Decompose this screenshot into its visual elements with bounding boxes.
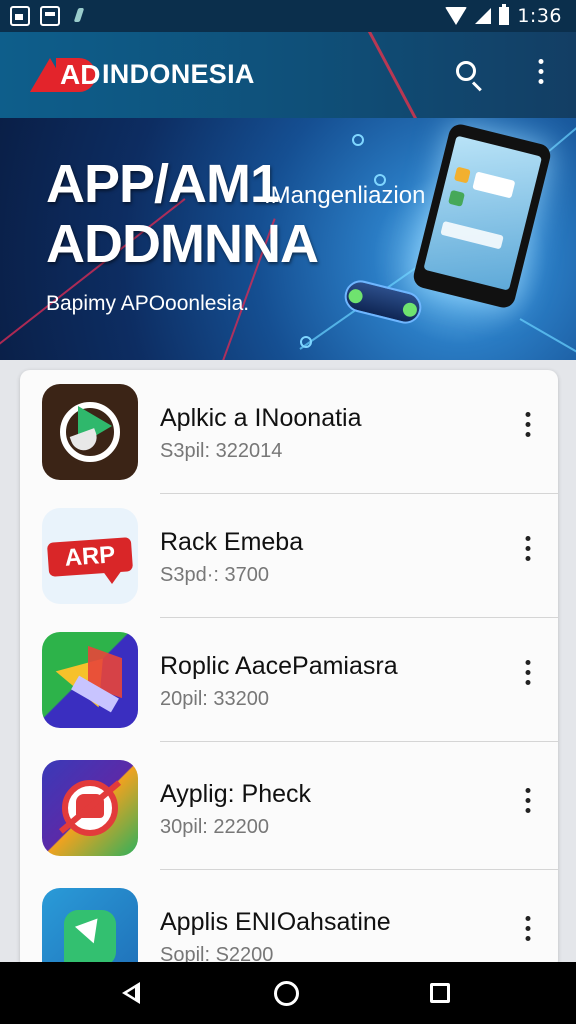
app-title: Rack Emeba: [160, 528, 304, 556]
battery-icon: [499, 4, 510, 25]
decorative-streak: [367, 32, 436, 118]
app-title: INDONESIA: [102, 58, 255, 89]
app-title: Roplic AacePamiasra: [160, 652, 398, 680]
photo-notification-icon: [10, 6, 30, 26]
search-button[interactable]: [450, 56, 488, 94]
item-menu-button[interactable]: [516, 916, 540, 950]
item-menu-button[interactable]: [516, 412, 540, 446]
more-vert-icon: [538, 59, 544, 84]
app-title: Applis ENIOahsatine: [160, 908, 391, 936]
banner-tagline: Bapimy APOoonlesia.: [46, 292, 250, 315]
green-play-icon: [42, 888, 138, 970]
app-badge-icon: ARP: [42, 508, 138, 604]
back-icon[interactable]: [118, 980, 144, 1006]
signal-icon: [475, 8, 492, 24]
app-subtitle: S3pd·: 3700: [160, 564, 269, 586]
banner-subtitle: IMangenliazion: [264, 182, 426, 209]
banner-title: APP/AM1 ADDMNNA: [46, 154, 319, 274]
usb-drive-illustration: [341, 277, 425, 327]
divider: [160, 869, 558, 870]
status-time: 1:36: [517, 5, 562, 27]
app-list-item[interactable]: Applis ENIOahsatine Sopil: S2200: [20, 874, 558, 970]
more-vert-icon: [525, 412, 531, 437]
hand-notification-icon: [70, 6, 90, 26]
more-vert-icon: [525, 788, 531, 813]
app-list-item[interactable]: Ayplig: Pheck 30pil: 22200: [20, 746, 558, 870]
item-menu-button[interactable]: [516, 660, 540, 694]
message-notification-icon: [40, 6, 60, 26]
app-subtitle: S3pil: 322014: [160, 440, 283, 462]
recents-icon[interactable]: [430, 983, 450, 1003]
overflow-menu-button[interactable]: [528, 59, 554, 93]
status-bar: 1:36: [0, 0, 576, 32]
item-menu-button[interactable]: [516, 788, 540, 822]
promo-banner[interactable]: APP/AM1 ADDMNNA IMangenliazion Bapimy AP…: [0, 118, 576, 360]
colorful-play-icon: [42, 632, 138, 728]
app-list: Aplkic a INoonatia S3pil: 322014 ARP Rac…: [20, 370, 558, 970]
more-vert-icon: [525, 660, 531, 685]
more-vert-icon: [525, 536, 531, 561]
app-logo[interactable]: AD INDONESIA: [30, 54, 255, 94]
app-title: Ayplig: Pheck: [160, 780, 312, 808]
app-title: Aplkic a INoonatia: [160, 404, 362, 432]
logo-mark-icon: AD: [30, 54, 100, 94]
divider: [160, 741, 558, 742]
app-bar: AD INDONESIA: [0, 32, 576, 118]
home-icon[interactable]: [274, 981, 299, 1006]
smartphone-illustration: [411, 121, 553, 311]
item-menu-button[interactable]: [516, 536, 540, 570]
app-subtitle: 30pil: 22200: [160, 816, 269, 838]
more-vert-icon: [525, 916, 531, 941]
banner-title-line2: ADDMNNA: [46, 214, 319, 274]
banner-title-line1: APP/AM1: [46, 154, 280, 214]
wifi-icon: [445, 7, 468, 25]
app-subtitle: 20pil: 33200: [160, 688, 269, 710]
logo-mark-text: AD: [56, 58, 100, 92]
app-list-item[interactable]: ARP Rack Emeba S3pd·: 3700: [20, 494, 558, 618]
app-list-item[interactable]: Aplkic a INoonatia S3pil: 322014: [20, 370, 558, 494]
navigation-bar: [0, 962, 576, 1024]
app-list-item[interactable]: Roplic AacePamiasra 20pil: 33200: [20, 618, 558, 742]
android-blocked-icon: [42, 760, 138, 856]
play-circle-icon: [42, 384, 138, 480]
